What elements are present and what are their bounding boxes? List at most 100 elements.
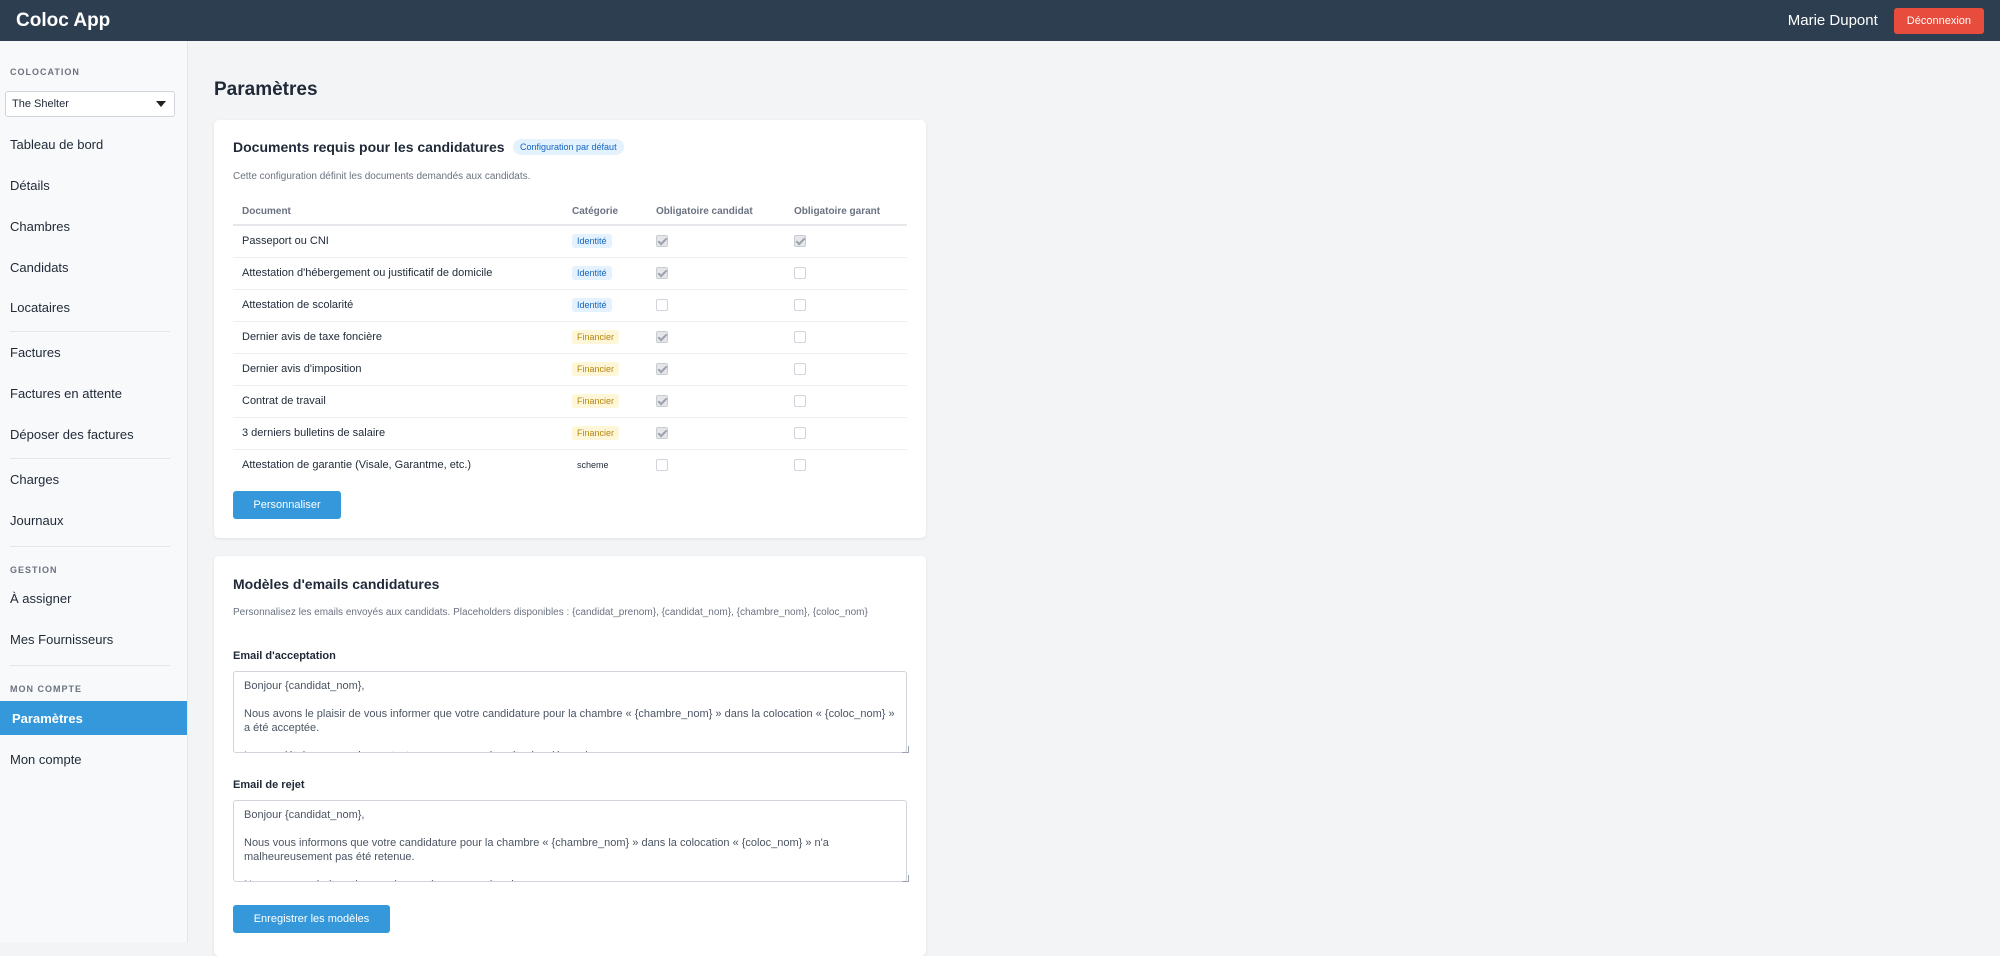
required-candidat-cell (647, 257, 785, 290)
document-category-cell: Financier (563, 321, 647, 354)
sidebar-item-a-assigner[interactable]: À assigner (0, 582, 187, 614)
required-candidat-cell (647, 353, 785, 386)
document-category-cell: Financier (563, 353, 647, 386)
document-name: Attestation de garantie (Visale, Garantm… (242, 459, 472, 472)
required-garant-checkbox[interactable] (794, 235, 806, 248)
main-content: Paramètres Documents requis pour les can… (188, 41, 2000, 956)
required-candidat-checkbox[interactable] (656, 395, 668, 408)
documents-table-body: Passeport ou CNI Identité Attestation d'hé… (233, 225, 907, 481)
table-row: 3 derniers bulletins de salaire Financier (233, 417, 907, 450)
user-name: Marie Dupont (1787, 12, 1878, 29)
table-row: Attestation d'hébergement ou justificati… (233, 257, 907, 290)
table-row: Passeport ou CNI Identité (233, 225, 907, 258)
sidebar-item-tableau-de-bord[interactable]: Tableau de bord (0, 128, 187, 160)
required-candidat-checkbox[interactable] (656, 299, 668, 312)
documents-card: Documents requis pour les candidatures C… (214, 120, 926, 538)
required-candidat-cell (647, 385, 785, 418)
required-garant-cell (785, 321, 907, 354)
category-badge: Identité (572, 234, 612, 249)
sidebar-item-journaux[interactable]: Journaux (0, 504, 187, 536)
sidebar-item-locataires[interactable]: Locataires (0, 291, 187, 323)
save-templates-button[interactable]: Enregistrer les modèles (233, 905, 390, 933)
colocation-select[interactable]: The Shelter (5, 91, 175, 117)
category-badge: Identité (572, 266, 612, 280)
table-row: Contrat de travail Financier (233, 385, 907, 418)
category-badge: scheme (577, 460, 609, 471)
required-garant-checkbox[interactable] (794, 331, 806, 344)
sidebar-item-deposer-factures[interactable]: Déposer des factures (0, 418, 187, 450)
acceptance-email-textarea[interactable]: Bonjour {candidat_nom}, Nous avons le pl… (233, 671, 907, 753)
document-category-cell: Financier (563, 417, 647, 450)
sidebar-item-factures-en-attente[interactable]: Factures en attente (0, 377, 187, 409)
required-garant-checkbox[interactable] (794, 395, 806, 408)
required-garant-cell (785, 449, 907, 481)
document-name: Contrat de travail (233, 385, 563, 418)
email-templates-description: Personnalisez les emails envoyés aux can… (233, 607, 868, 618)
acceptance-email-label: Email d'acceptation (233, 650, 336, 662)
sidebar-divider (10, 458, 170, 459)
required-garant-cell (785, 417, 907, 450)
required-garant-cell (785, 353, 907, 386)
required-garant-checkbox[interactable] (794, 363, 806, 376)
document-category-cell: Identité (563, 289, 647, 322)
category-badge: Financier (572, 362, 620, 376)
document-name: 3 derniers bulletins de salaire (233, 417, 563, 450)
email-templates-card: Modèles d'emails candidatures Personnali… (214, 556, 926, 956)
gestion-section-label: GESTION (10, 565, 58, 575)
rejection-email-textarea[interactable]: Bonjour {candidat_nom}, Nous vous inform… (233, 800, 907, 882)
rejection-email-label: Email de rejet (233, 779, 305, 791)
personnaliser-button[interactable]: Personnaliser (233, 491, 341, 519)
mon-compte-section-label: MON COMPTE (10, 684, 82, 694)
sidebar-item-parametres[interactable]: Paramètres (0, 701, 187, 735)
required-garant-checkbox[interactable] (794, 459, 806, 472)
required-candidat-checkbox[interactable] (656, 363, 668, 376)
required-garant-cell (785, 289, 907, 322)
document-name: Attestation de scolarité (233, 289, 563, 322)
required-candidat-cell (647, 321, 785, 354)
table-row: Attestation de garantie (Visale, Garantm… (233, 449, 907, 481)
document-name: Attestation d'hébergement ou justificati… (233, 257, 563, 290)
documents-card-description: Cette configuration définit les document… (233, 171, 531, 182)
table-row: Dernier avis de taxe foncière Financier (233, 321, 907, 354)
category-badge: Identité (572, 298, 612, 312)
table-row: Attestation de scolarité Identité (233, 289, 907, 322)
page-title: Paramètres (214, 79, 318, 100)
sidebar-item-mes-fournisseurs[interactable]: Mes Fournisseurs (0, 623, 187, 655)
sidebar-divider (10, 665, 170, 666)
required-candidat-checkbox[interactable] (656, 459, 668, 472)
required-candidat-cell (647, 417, 785, 450)
required-garant-checkbox[interactable] (794, 267, 806, 280)
required-garant-cell (785, 225, 907, 258)
document-category-cell: Identité (563, 257, 647, 290)
app-title[interactable]: Coloc App (16, 10, 110, 32)
table-row: Dernier avis d'imposition Financier (233, 353, 907, 386)
sidebar-item-chambres[interactable]: Chambres (0, 210, 187, 242)
logout-button[interactable]: Déconnexion (1893, 7, 1984, 34)
sidebar-item-factures[interactable]: Factures (0, 336, 187, 368)
required-candidat-cell (647, 289, 785, 322)
column-header-document: Document (233, 198, 563, 226)
column-header-obligatoire-garant: Obligatoire garant (785, 198, 907, 226)
required-garant-checkbox[interactable] (794, 427, 806, 440)
document-category-cell: Identité (563, 225, 647, 258)
sidebar-item-mon-compte[interactable]: Mon compte (0, 743, 187, 775)
required-candidat-checkbox[interactable] (656, 235, 668, 248)
top-bar: Coloc App Marie Dupont Déconnexion (0, 0, 2000, 41)
sidebar-item-candidats[interactable]: Candidats (0, 251, 187, 283)
column-header-obligatoire-candidat: Obligatoire candidat (647, 198, 785, 226)
required-candidat-checkbox[interactable] (656, 267, 668, 280)
document-name: Dernier avis d'imposition (233, 353, 563, 386)
required-candidat-checkbox[interactable] (656, 331, 668, 344)
required-garant-checkbox[interactable] (794, 299, 806, 312)
required-garant-cell (785, 257, 907, 290)
category-badge: Financier (572, 330, 620, 344)
required-candidat-checkbox[interactable] (656, 427, 668, 440)
resize-handle-icon[interactable] (902, 746, 909, 753)
documents-card-title: Documents requis pour les candidatures (233, 139, 505, 155)
email-templates-card-title: Modèles d'emails candidatures (233, 576, 440, 592)
column-header-categorie: Catégorie (563, 198, 647, 226)
resize-handle-icon[interactable] (902, 875, 909, 882)
sidebar-item-details[interactable]: Détails (0, 169, 187, 201)
sidebar-item-charges[interactable]: Charges (0, 463, 187, 495)
sidebar: COLOCATION The Shelter Tableau de bord D… (0, 41, 188, 942)
